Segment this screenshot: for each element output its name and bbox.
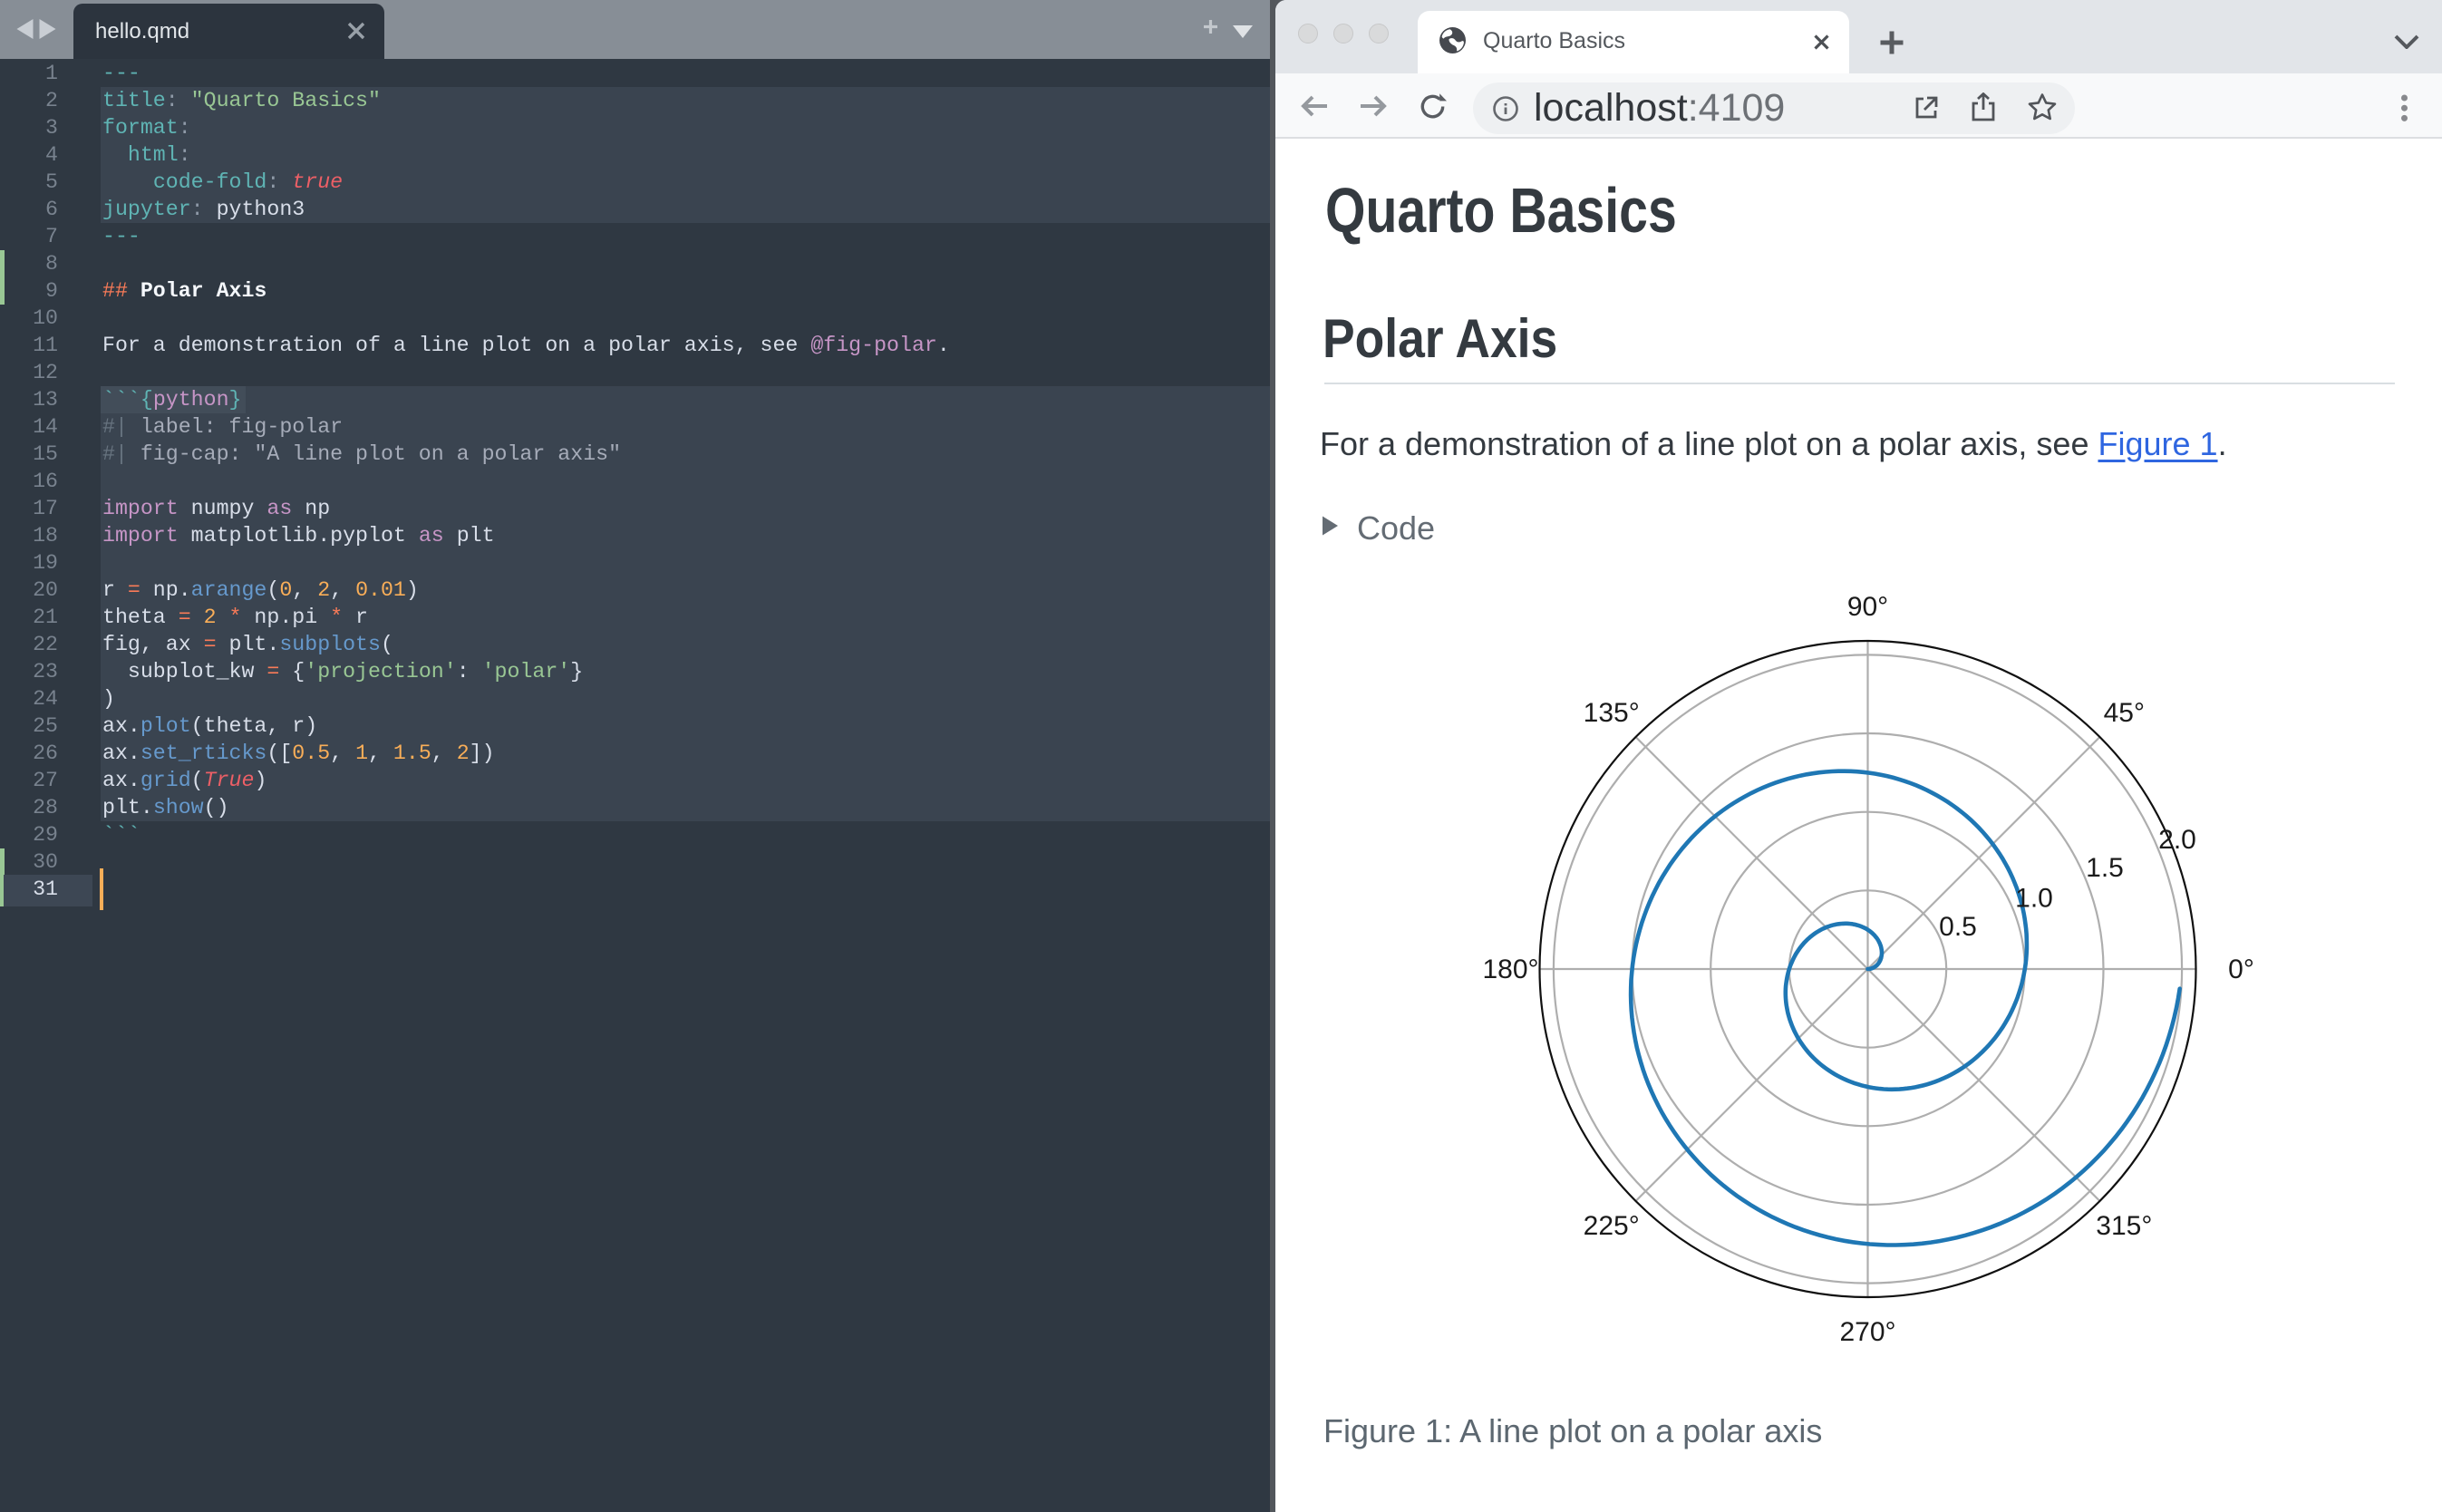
svg-text:270°: 270°: [1839, 1317, 1895, 1347]
svg-text:0.5: 0.5: [1939, 912, 1977, 942]
svg-text:315°: 315°: [2096, 1211, 2152, 1241]
svg-text:2.0: 2.0: [2158, 825, 2196, 855]
svg-text:0°: 0°: [2228, 955, 2254, 984]
svg-text:225°: 225°: [1584, 1211, 1640, 1241]
svg-text:1.5: 1.5: [2086, 853, 2124, 883]
svg-text:1.0: 1.0: [2015, 884, 2053, 914]
svg-text:180°: 180°: [1482, 955, 1538, 984]
svg-text:90°: 90°: [1847, 592, 1888, 622]
svg-text:45°: 45°: [2104, 698, 2145, 728]
svg-text:135°: 135°: [1584, 698, 1640, 728]
